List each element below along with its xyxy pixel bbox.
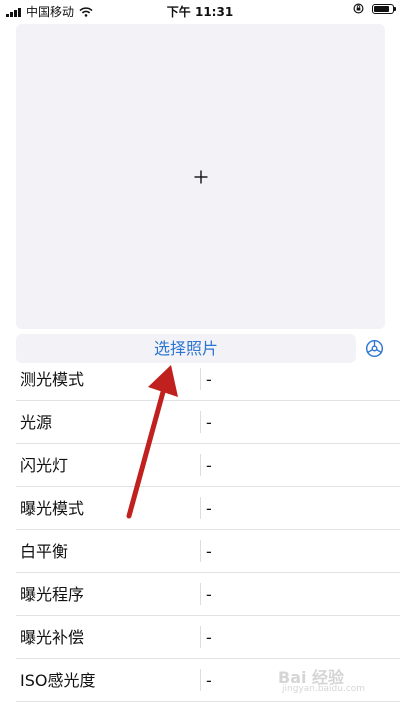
photo-placeholder[interactable]	[16, 24, 385, 329]
row-value: -	[206, 542, 212, 561]
table-row: 闪光灯 -	[16, 444, 400, 487]
row-value: -	[206, 499, 212, 518]
plus-icon[interactable]	[194, 170, 208, 184]
row-label: 闪光灯	[20, 456, 69, 475]
row-label: 白平衡	[20, 542, 69, 561]
column-divider	[200, 583, 201, 605]
table-row: 曝光补偿 -	[16, 616, 400, 659]
row-value: -	[206, 628, 212, 647]
watermark-logo: Bai 经验 jingyan.baidu.com	[278, 664, 378, 698]
status-time: 下午 11:31	[166, 5, 234, 19]
row-value: -	[206, 370, 212, 389]
settings-icon[interactable]	[364, 338, 385, 359]
battery-level	[374, 5, 389, 12]
column-divider	[200, 669, 201, 691]
rotation-lock-icon	[353, 3, 364, 14]
table-row: 曝光模式 -	[16, 487, 400, 530]
row-value: -	[206, 456, 212, 475]
status-bar: 中国移动 下午 11:31	[0, 0, 400, 22]
exif-info-table: 测光模式 - 光源 - 闪光灯 - 曝光模式 - 白平衡 - 曝光程序 - 曝光…	[16, 358, 400, 702]
row-label: 光源	[20, 413, 53, 432]
battery-icon	[372, 3, 396, 14]
row-value: -	[206, 585, 212, 604]
column-divider	[200, 540, 201, 562]
column-divider	[200, 454, 201, 476]
column-divider	[200, 368, 201, 390]
column-divider	[200, 411, 201, 433]
column-divider	[200, 497, 201, 519]
table-row: 曝光程序 -	[16, 573, 400, 616]
row-label: 曝光模式	[20, 499, 85, 518]
row-value: -	[206, 413, 212, 432]
row-label: ISO感光度	[20, 671, 96, 690]
table-row: 光源 -	[16, 401, 400, 444]
table-row: 测光模式 -	[16, 358, 400, 401]
row-label: 曝光补偿	[20, 628, 85, 647]
watermark-url: jingyan.baidu.com	[282, 684, 366, 694]
table-row: 白平衡 -	[16, 530, 400, 573]
row-label: 曝光程序	[20, 585, 85, 604]
row-label: 测光模式	[20, 370, 85, 389]
status-right	[353, 3, 396, 14]
row-value: -	[206, 671, 212, 690]
column-divider	[200, 626, 201, 648]
